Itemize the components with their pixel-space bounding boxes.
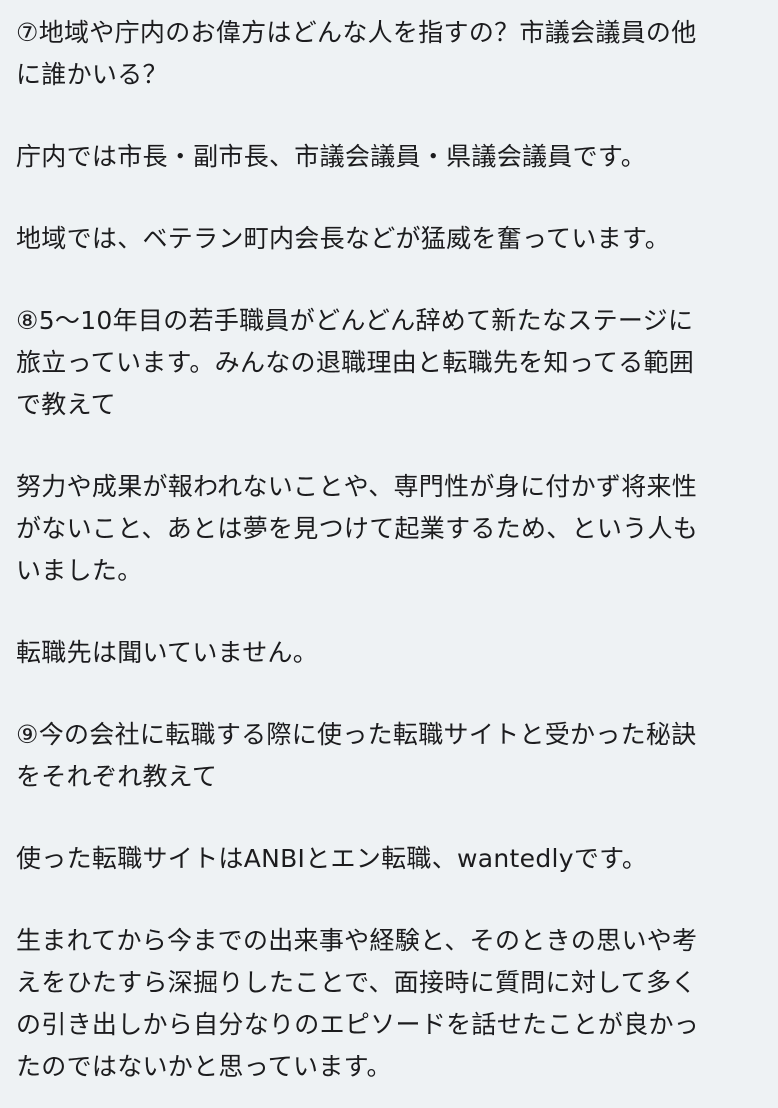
- text-line: に誰かいる？: [16, 60, 168, 89]
- text-line: ⑦地域や庁内のお偉方はどんな人を指すの？市議会議員の他: [16, 18, 697, 47]
- question-8: ⑧5〜10年目の若手職員がどんどん辞めて新たなステージに 旅立っています。みんな…: [16, 300, 762, 426]
- text-line: の引き出しから自分なりのエピソードを話せたことが良かっ: [16, 1010, 700, 1039]
- text-line: をそれぞれ教えて: [16, 762, 218, 791]
- text-line: たのではないかと思っています。: [16, 1052, 392, 1081]
- text-line: 使った転職サイトはANBIとエン転職、wantedlyです。: [16, 844, 648, 873]
- text-line: えをひたすら深掘りしたことで、面接時に質問に対して多く: [16, 968, 697, 997]
- text-line: 努力や成果が報われないことや、専門性が身に付かず将来性: [16, 472, 698, 501]
- article-body: ⑦地域や庁内のお偉方はどんな人を指すの？市議会議員の他 に誰かいる？ 庁内では市…: [0, 0, 778, 1108]
- answer-8-destination: 転職先は聞いていません。: [16, 632, 762, 674]
- text-line: 庁内では市長・副市長、市議会議員・県議会議員です。: [16, 142, 647, 171]
- answer-7-office: 庁内では市長・副市長、市議会議員・県議会議員です。: [16, 136, 762, 178]
- text-line: ⑨今の会社に転職する際に使った転職サイトと受かった秘訣: [16, 720, 697, 749]
- text-line: ⑧5〜10年目の若手職員がどんどん辞めて新たなステージに: [16, 306, 694, 335]
- answer-7-region: 地域では、ベテラン町内会長などが猛威を奮っています。: [16, 218, 762, 260]
- answer-9-secret: 生まれてから今までの出来事や経験と、そのときの思いや考 えをひたすら深掘りしたこ…: [16, 920, 762, 1088]
- question-9: ⑨今の会社に転職する際に使った転職サイトと受かった秘訣 をそれぞれ教えて: [16, 714, 762, 798]
- text-line: 旅立っています。みんなの退職理由と転職先を知ってる範囲: [16, 348, 695, 377]
- text-line: で教えて: [16, 390, 116, 419]
- text-line: 地域では、ベテラン町内会長などが猛威を奮っています。: [16, 224, 671, 253]
- text-line: 転職先は聞いていません。: [16, 638, 319, 667]
- answer-8-reasons: 努力や成果が報われないことや、専門性が身に付かず将来性 がないこと、あとは夢を見…: [16, 466, 762, 592]
- text-line: 生まれてから今までの出来事や経験と、そのときの思いや考: [16, 926, 698, 955]
- text-line: がないこと、あとは夢を見つけて起業するため、という人も: [16, 514, 699, 543]
- answer-9-sites: 使った転職サイトはANBIとエン転職、wantedlyです。: [16, 838, 762, 880]
- question-7: ⑦地域や庁内のお偉方はどんな人を指すの？市議会議員の他 に誰かいる？: [16, 12, 762, 96]
- text-line: いました。: [16, 556, 143, 585]
